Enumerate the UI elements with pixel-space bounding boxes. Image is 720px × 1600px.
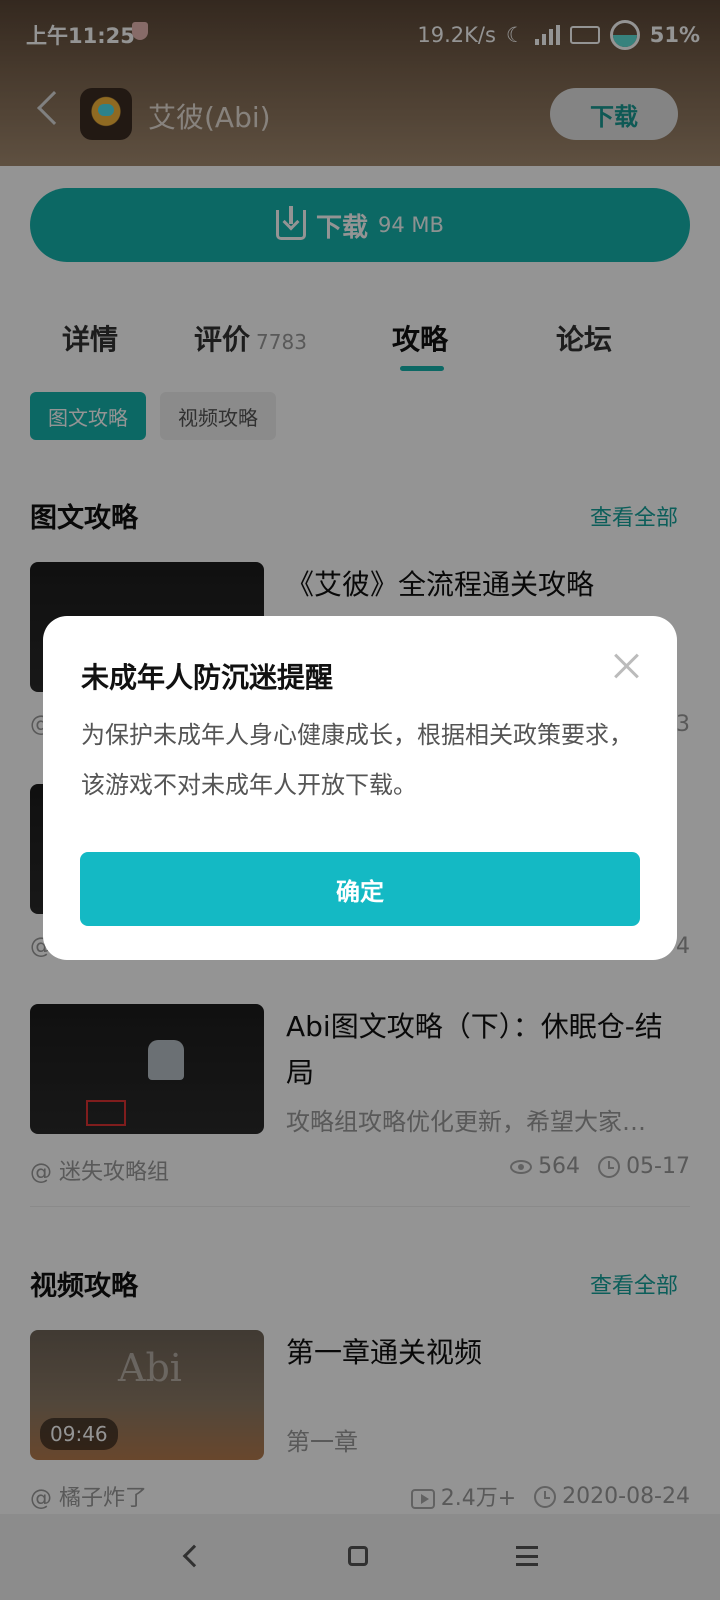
dialog-body: 为保护未成年人身心健康成长，根据相关政策要求，该游戏不对未成年人开放下载。 [81, 721, 633, 799]
anti-addiction-dialog: 未成年人防沉迷提醒 为保护未成年人身心健康成长，根据相关政策要求，该游戏不对未成… [43, 616, 677, 960]
dialog-title: 未成年人防沉迷提醒 [81, 661, 334, 694]
confirm-button[interactable]: 确定 [80, 852, 640, 926]
modal-overlay[interactable]: 未成年人防沉迷提醒 为保护未成年人身心健康成长，根据相关政策要求，该游戏不对未成… [0, 0, 720, 1600]
close-icon[interactable] [611, 650, 643, 682]
